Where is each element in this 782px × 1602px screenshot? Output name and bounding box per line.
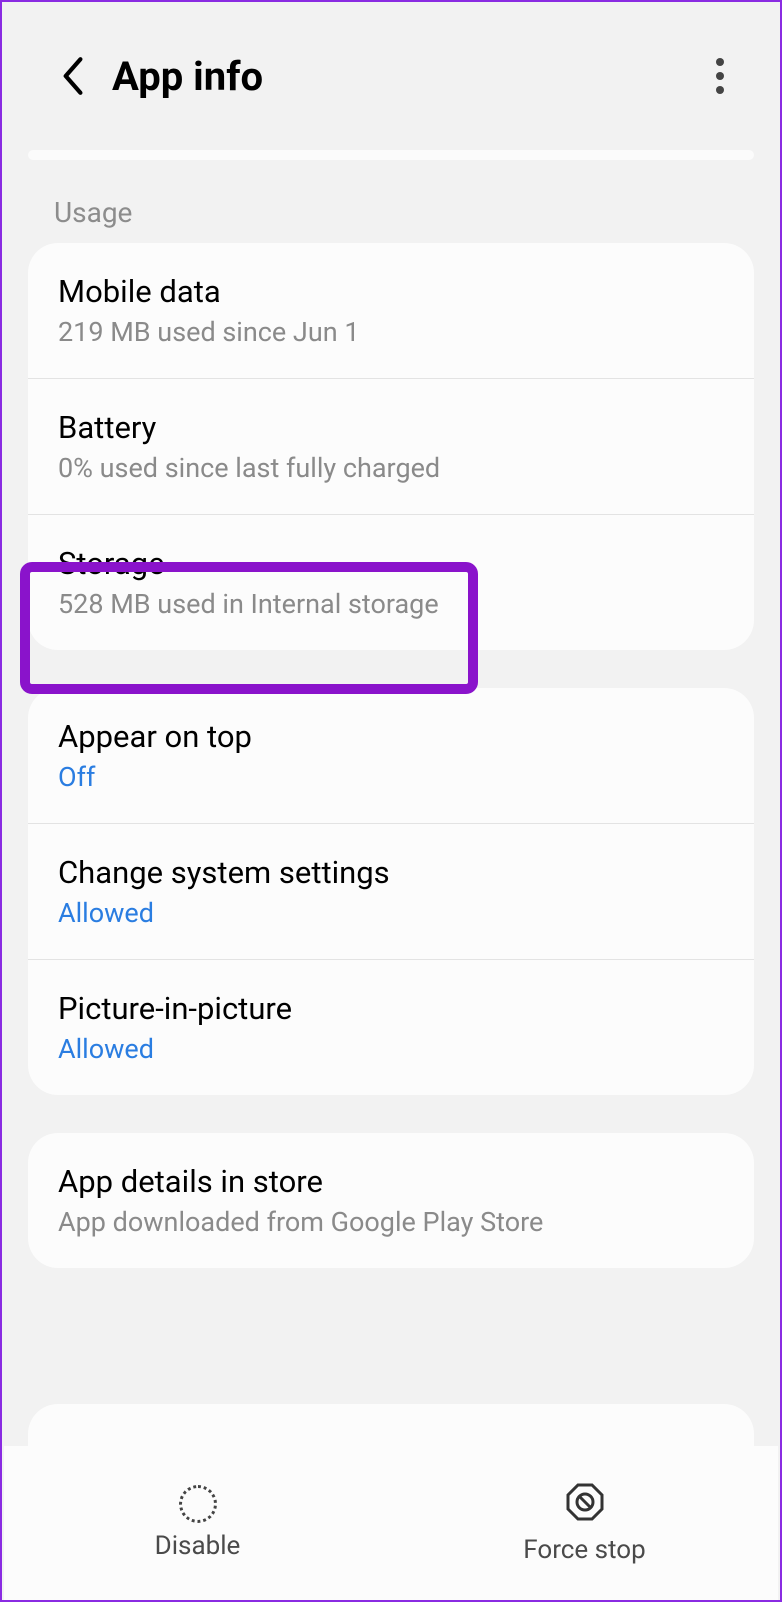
change-system-settings-title: Change system settings: [58, 854, 724, 891]
appear-on-top-status: Off: [58, 761, 724, 793]
more-vertical-icon: [716, 58, 724, 94]
mobile-data-subtitle: 219 MB used since Jun 1: [58, 316, 724, 348]
mobile-data-title: Mobile data: [58, 273, 724, 310]
usage-section-label: Usage: [2, 160, 780, 243]
force-stop-button[interactable]: Force stop: [391, 1446, 778, 1600]
picture-in-picture-status: Allowed: [58, 1033, 724, 1065]
battery-title: Battery: [58, 409, 724, 446]
store-card: App details in store App downloaded from…: [28, 1133, 754, 1268]
back-button[interactable]: [52, 56, 92, 96]
change-system-settings-item[interactable]: Change system settings Allowed: [28, 824, 754, 960]
storage-subtitle: 528 MB used in Internal storage: [58, 588, 724, 620]
page-title: App info: [112, 53, 698, 100]
disable-label: Disable: [155, 1531, 241, 1561]
storage-title: Storage: [58, 545, 724, 582]
appear-on-top-item[interactable]: Appear on top Off: [28, 688, 754, 824]
chevron-left-icon: [59, 55, 85, 97]
app-details-subtitle: App downloaded from Google Play Store: [58, 1206, 724, 1238]
app-details-item[interactable]: App details in store App downloaded from…: [28, 1133, 754, 1268]
battery-item[interactable]: Battery 0% used since last fully charged: [28, 379, 754, 515]
spacer: [2, 1095, 780, 1133]
battery-subtitle: 0% used since last fully charged: [58, 452, 724, 484]
usage-card: Mobile data 219 MB used since Jun 1 Batt…: [28, 243, 754, 650]
storage-item[interactable]: Storage 528 MB used in Internal storage: [28, 515, 754, 650]
picture-in-picture-title: Picture-in-picture: [58, 990, 724, 1027]
disable-icon: [179, 1485, 217, 1523]
permissions-card: Appear on top Off Change system settings…: [28, 688, 754, 1095]
bottom-action-bar: Disable Force stop: [4, 1446, 778, 1600]
change-system-settings-status: Allowed: [58, 897, 724, 929]
spacer: [2, 650, 780, 688]
partial-card: [28, 1404, 754, 1446]
disable-button[interactable]: Disable: [4, 1446, 391, 1600]
header: App info: [2, 2, 780, 150]
appear-on-top-title: Appear on top: [58, 718, 724, 755]
app-details-title: App details in store: [58, 1163, 724, 1200]
force-stop-label: Force stop: [523, 1535, 645, 1565]
mobile-data-item[interactable]: Mobile data 219 MB used since Jun 1: [28, 243, 754, 379]
divider: [28, 150, 754, 160]
picture-in-picture-item[interactable]: Picture-in-picture Allowed: [28, 960, 754, 1095]
more-options-button[interactable]: [698, 54, 742, 98]
force-stop-icon: [564, 1481, 606, 1527]
